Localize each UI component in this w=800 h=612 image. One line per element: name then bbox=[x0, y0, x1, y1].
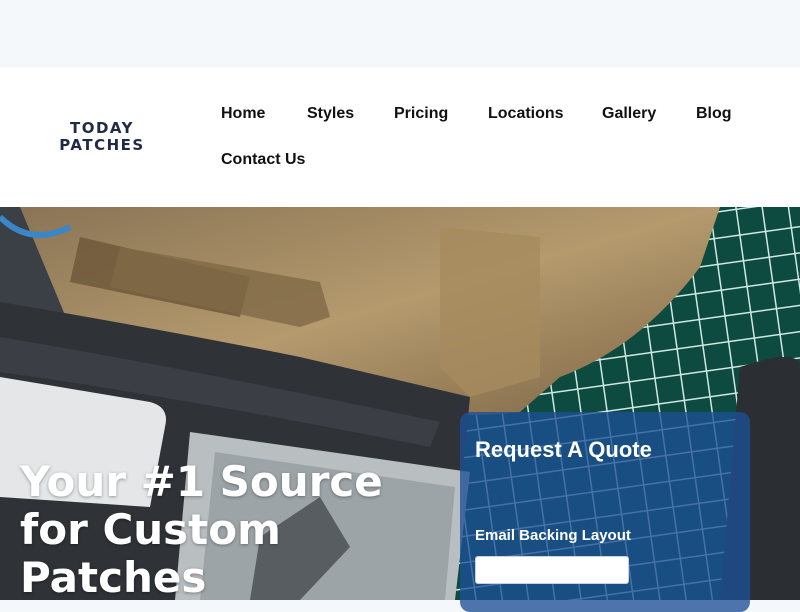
nav-gallery[interactable]: Gallery bbox=[602, 105, 656, 123]
nav-pricing[interactable]: Pricing bbox=[394, 105, 448, 123]
hero-headline-line-3: Patches bbox=[20, 553, 207, 602]
nav-blog[interactable]: Blog bbox=[696, 105, 732, 123]
nav-home[interactable]: Home bbox=[221, 105, 265, 123]
nav-contact-us[interactable]: Contact Us bbox=[221, 151, 305, 169]
nav-styles[interactable]: Styles bbox=[307, 105, 354, 123]
logo-line-1: TODAY bbox=[70, 119, 134, 137]
nav-locations[interactable]: Locations bbox=[488, 105, 564, 123]
quote-form-title: Request A Quote bbox=[475, 437, 652, 462]
email-backing-layout-label: Email Backing Layout bbox=[475, 527, 631, 544]
logo-line-2: PATCHES bbox=[59, 136, 145, 154]
email-backing-layout-field[interactable] bbox=[475, 556, 629, 584]
hero-headline-line-1: Your #1 Source bbox=[20, 457, 383, 506]
top-bar bbox=[0, 0, 800, 67]
hero-headline: Your #1 Source for Custom Patches bbox=[20, 458, 460, 602]
site-logo[interactable]: TODAY PATCHES bbox=[52, 119, 152, 155]
hero-headline-line-2: for Custom bbox=[20, 505, 281, 554]
